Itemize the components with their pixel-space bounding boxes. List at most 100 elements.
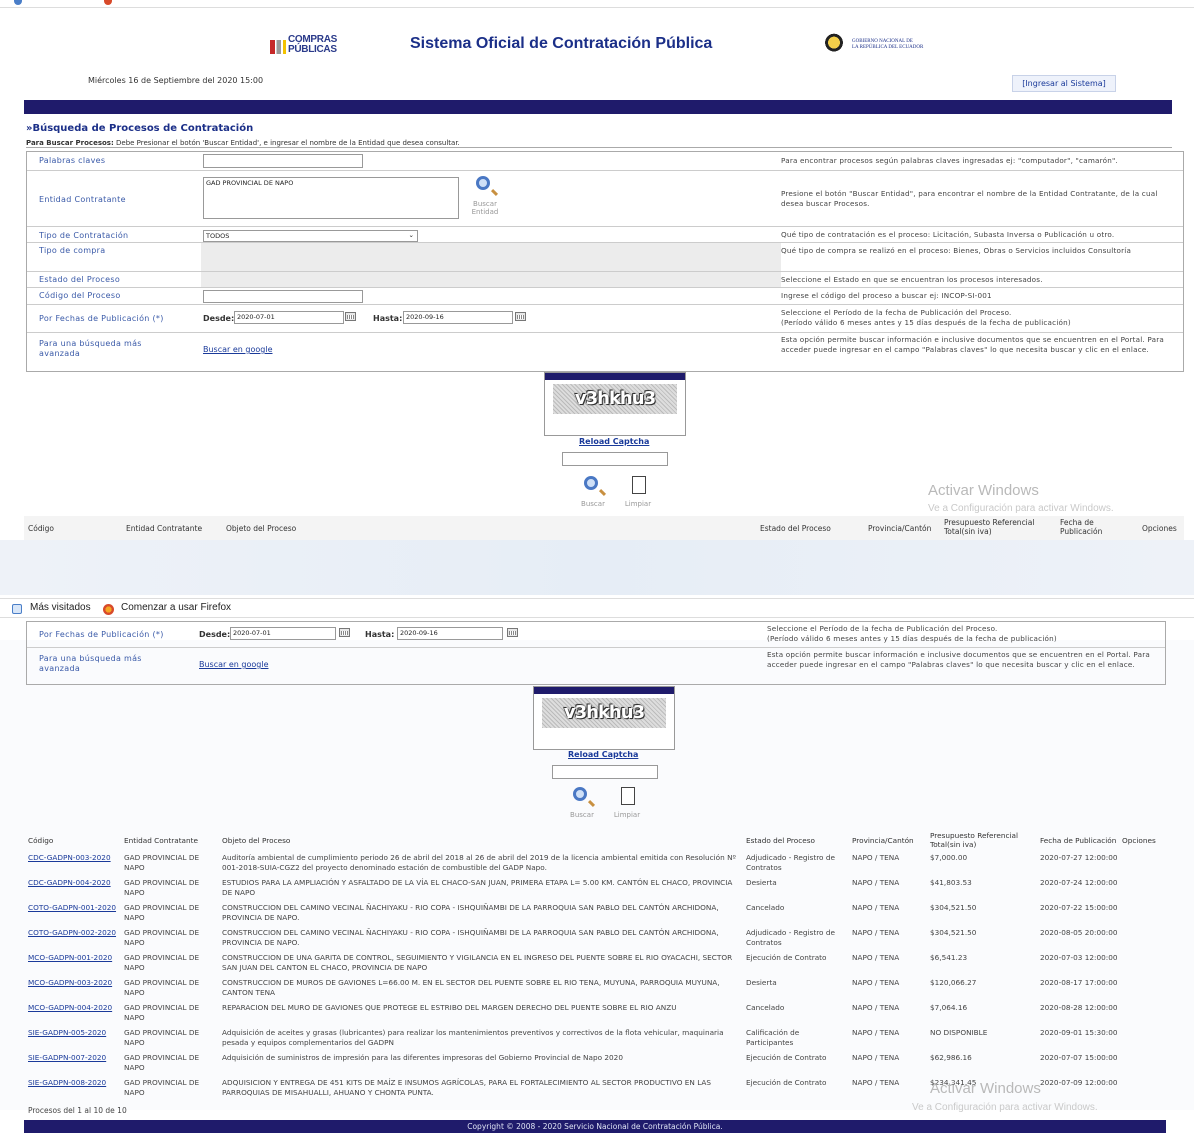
- date-cell: 2020-07-03 12:00:00: [1040, 953, 1118, 962]
- google-search-link[interactable]: Buscar en google: [203, 345, 272, 354]
- options-cell: [1120, 902, 1168, 927]
- section-title: »Búsqueda de Procesos de Contratación: [26, 123, 254, 134]
- table-row: MCO-GADPN-003-2020 GAD PROVINCIAL DE NAPO…: [26, 977, 1168, 1002]
- captcha-box: v3hkhu3: [544, 372, 686, 436]
- search-icon: [573, 787, 587, 801]
- calendar-icon[interactable]: [515, 312, 526, 321]
- place-cell: NAPO / TENA: [852, 978, 900, 987]
- advanced-row: Para una búsqueda más avanzada Buscar en…: [27, 648, 1165, 685]
- contract-type-select[interactable]: TODOS ⌄: [203, 230, 418, 242]
- captcha-box: v3hkhu3: [533, 686, 675, 750]
- reload-captcha-link[interactable]: Reload Captcha: [568, 750, 638, 759]
- background-decoration: [0, 540, 1194, 595]
- column-header: Provincia/Cantón: [868, 524, 932, 533]
- process-code-link[interactable]: SIE-GADPN-005-2020: [28, 1028, 106, 1037]
- from-date-input[interactable]: 2020-07-01: [230, 627, 336, 640]
- dates-hint: Seleccione el Período de la fecha de Pub…: [767, 624, 1057, 643]
- search-button[interactable]: Buscar: [564, 784, 600, 822]
- calendar-icon[interactable]: [339, 628, 350, 637]
- table-row: SIE-GADPN-007-2020 GAD PROVINCIAL DE NAPO…: [26, 1052, 1168, 1077]
- object-cell: Adquisición de aceites y grasas (lubrica…: [222, 1028, 724, 1047]
- date-cell: 2020-07-24 12:00:00: [1040, 878, 1118, 887]
- keywords-hint: Para encontrar procesos según palabras c…: [781, 156, 1118, 165]
- process-code-link[interactable]: COTO-GADPN-001-2020: [26, 902, 122, 927]
- options-cell: [1120, 952, 1168, 977]
- calendar-icon[interactable]: [507, 628, 518, 637]
- reload-captcha-link[interactable]: Reload Captcha: [579, 437, 649, 446]
- budget-cell: $7,064.16: [930, 1003, 968, 1012]
- search-button[interactable]: Buscar: [575, 473, 611, 511]
- column-header: Código: [28, 835, 54, 845]
- process-code-link[interactable]: SIE-GADPN-007-2020: [26, 1052, 122, 1077]
- process-code-link[interactable]: CDC-GADPN-003-2020: [26, 852, 122, 877]
- entity-textarea[interactable]: GAD PROVINCIAL DE NAPO: [203, 177, 459, 219]
- column-header: Entidad Contratante: [126, 524, 203, 533]
- windows-activation-watermark: Activar Windows: [930, 1080, 1041, 1097]
- process-code-link[interactable]: SIE-GADPN-008-2020: [28, 1078, 106, 1087]
- advanced-label: Para una búsqueda más avanzada: [39, 654, 142, 673]
- clear-button-label: Limpiar: [624, 500, 652, 508]
- to-date-input[interactable]: 2020-09-16: [397, 627, 503, 640]
- place-cell: NAPO / TENA: [852, 1053, 900, 1062]
- options-cell: [1120, 877, 1168, 902]
- chevron-down-icon: ⌄: [408, 231, 414, 239]
- browser-icon: [104, 0, 112, 5]
- code-input[interactable]: [203, 290, 363, 303]
- entity-cell: GAD PROVINCIAL DE NAPO: [124, 853, 200, 872]
- options-cell: [1120, 927, 1168, 952]
- entity-cell: GAD PROVINCIAL DE NAPO: [124, 1003, 200, 1022]
- purchase-type-hint: Qué tipo de compra se realizó en el proc…: [781, 246, 1132, 255]
- process-code-link[interactable]: CDC-GADPN-004-2020: [26, 877, 122, 902]
- keywords-label: Palabras claves: [39, 156, 106, 165]
- google-search-link[interactable]: Buscar en google: [199, 660, 268, 669]
- process-code-link[interactable]: MCO-GADPN-003-2020: [28, 978, 112, 987]
- clear-button[interactable]: Limpiar: [609, 784, 645, 822]
- windows-activation-watermark: Activar Windows: [928, 482, 1039, 499]
- process-code-link[interactable]: SIE-GADPN-007-2020: [28, 1053, 106, 1062]
- process-code-link[interactable]: SIE-GADPN-008-2020: [26, 1077, 122, 1102]
- captcha-image: v3hkhu3: [553, 384, 677, 414]
- process-code-link[interactable]: SIE-GADPN-005-2020: [26, 1027, 122, 1052]
- captcha-input[interactable]: [562, 452, 668, 466]
- date-cell: 2020-08-28 12:00:00: [1040, 1003, 1118, 1012]
- dates-row: Por Fechas de Publicación (*) Desde: 202…: [27, 622, 1165, 648]
- object-cell: Adquisición de suministros de impresión …: [222, 1053, 623, 1062]
- date-cell: 2020-07-07 15:00:00: [1040, 1053, 1118, 1062]
- state-area: [201, 272, 781, 287]
- options-cell: [1120, 977, 1168, 1002]
- logo-text: PÚBLICAS: [288, 44, 337, 55]
- search-icon: [476, 176, 490, 190]
- to-date-input[interactable]: 2020-09-16: [403, 311, 513, 324]
- entity-cell: GAD PROVINCIAL DE NAPO: [124, 1053, 200, 1072]
- budget-cell: $7,000.00: [930, 853, 968, 862]
- state-cell: Ejecución de Contrato: [746, 953, 827, 962]
- captcha-input[interactable]: [552, 765, 658, 779]
- place-cell: NAPO / TENA: [852, 903, 900, 912]
- process-code-link[interactable]: CDC-GADPN-004-2020: [28, 878, 111, 887]
- login-link[interactable]: [Ingresar al Sistema]: [1012, 75, 1116, 92]
- search-entity-button[interactable]: Buscar Entidad: [467, 173, 503, 216]
- process-code-link[interactable]: MCO-GADPN-001-2020: [28, 953, 112, 962]
- keywords-input[interactable]: [203, 154, 363, 168]
- budget-cell: $304,521.50: [930, 903, 977, 912]
- process-code-link[interactable]: COTO-GADPN-002-2020: [26, 927, 122, 952]
- process-code-link[interactable]: MCO-GADPN-003-2020: [26, 977, 122, 1002]
- results-header-row: Código Entidad Contratante Objeto del Pr…: [24, 516, 1184, 540]
- process-code-link[interactable]: COTO-GADPN-001-2020: [28, 903, 116, 912]
- budget-cell: NO DISPONIBLE: [930, 1028, 988, 1037]
- state-cell: Adjudicado - Registro de Contratos: [746, 928, 835, 947]
- column-header: Opciones: [1142, 524, 1177, 533]
- process-code-link[interactable]: MCO-GADPN-001-2020: [26, 952, 122, 977]
- process-code-link[interactable]: MCO-GADPN-004-2020: [28, 1003, 112, 1012]
- from-date-input[interactable]: 2020-07-01: [234, 311, 344, 324]
- search-entity-label: Entidad: [471, 208, 499, 216]
- clear-button[interactable]: Limpiar: [620, 473, 656, 511]
- options-cell: [1120, 852, 1168, 877]
- entity-hint: Presione el botón "Buscar Entidad", para…: [781, 189, 1158, 208]
- process-code-link[interactable]: CDC-GADPN-003-2020: [28, 853, 111, 862]
- calendar-icon[interactable]: [345, 312, 356, 321]
- process-code-link[interactable]: MCO-GADPN-004-2020: [26, 1002, 122, 1027]
- process-code-link[interactable]: COTO-GADPN-002-2020: [28, 928, 116, 937]
- column-header: Objeto del Proceso: [222, 835, 291, 845]
- object-cell: CONSTRUCCION DE MUROS DE GAVIONES L=66.0…: [222, 978, 720, 997]
